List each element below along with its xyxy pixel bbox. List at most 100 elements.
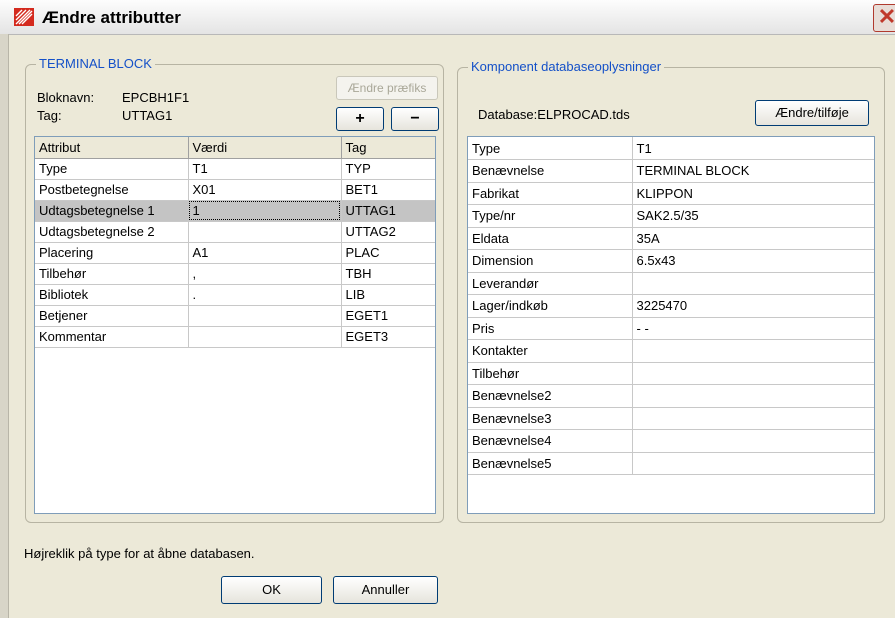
database-field-cell[interactable]: Benævnelse4: [468, 429, 633, 453]
close-button[interactable]: ✕: [873, 4, 895, 32]
attribute-name-cell[interactable]: Postbetegnelse: [35, 179, 189, 201]
attribute-name-cell[interactable]: Udtagsbetegnelse 2: [35, 221, 189, 243]
attribute-row[interactable]: Postbetegnelse X01 BET1: [35, 179, 435, 201]
database-field-cell[interactable]: Eldata: [468, 227, 633, 250]
attribute-name-cell[interactable]: Betjener: [35, 305, 189, 327]
database-value-cell[interactable]: TERMINAL BLOCK: [632, 159, 874, 183]
database-value-cell[interactable]: [632, 362, 874, 385]
title-bar[interactable]: Ændre attributter ✕: [0, 0, 895, 35]
database-row[interactable]: Fabrikat KLIPPON: [468, 182, 874, 205]
attribute-grid[interactable]: Attribut Værdi Tag Type T1 TYP Postbetegnel…: [34, 136, 436, 514]
database-value-cell[interactable]: 6.5x43: [632, 249, 874, 273]
attribute-value-cell[interactable]: [188, 305, 342, 327]
attribute-name-cell[interactable]: Kommentar: [35, 326, 189, 348]
database-value-cell[interactable]: SAK2.5/35: [632, 204, 874, 228]
remove-button[interactable]: −: [391, 107, 439, 131]
database-value-cell[interactable]: [632, 339, 874, 363]
attribute-name-cell[interactable]: Tilbehør: [35, 263, 189, 285]
attribute-value-cell[interactable]: A1: [188, 242, 342, 264]
database-value-cell[interactable]: T1: [632, 137, 874, 160]
database-value-cell[interactable]: [632, 429, 874, 453]
database-row[interactable]: Leverandør: [468, 272, 874, 295]
empty-cell: [35, 389, 188, 410]
database-row[interactable]: Kontakter: [468, 339, 874, 363]
database-value-cell[interactable]: [632, 452, 874, 475]
database-field-cell[interactable]: Benævnelse5: [468, 452, 633, 475]
database-field-cell[interactable]: Kontakter: [468, 339, 633, 363]
column-header-attribut[interactable]: Attribut: [35, 137, 189, 159]
database-row[interactable]: Benævnelse3: [468, 407, 874, 430]
database-value-cell[interactable]: [632, 272, 874, 295]
attribute-tag-cell[interactable]: TBH: [341, 263, 435, 285]
attribute-tag-cell[interactable]: UTTAG1: [341, 200, 435, 222]
database-row[interactable]: Eldata 35A: [468, 227, 874, 250]
database-row[interactable]: Benævnelse2: [468, 384, 874, 408]
change-prefix-button[interactable]: Ændre præfiks: [336, 76, 438, 100]
database-field-cell[interactable]: Type/nr: [468, 204, 633, 228]
empty-cell: [341, 389, 435, 410]
edit-add-button[interactable]: Ændre/tilføje: [755, 100, 869, 126]
attribute-value-cell[interactable]: [188, 221, 342, 243]
database-field-cell[interactable]: Pris: [468, 317, 633, 340]
database-value-cell[interactable]: 35A: [632, 227, 874, 250]
attribute-tag-cell[interactable]: EGET1: [341, 305, 435, 327]
ok-button[interactable]: OK: [221, 576, 322, 604]
database-row[interactable]: Pris - -: [468, 317, 874, 340]
attribute-tag-cell[interactable]: PLAC: [341, 242, 435, 264]
empty-row: [35, 389, 435, 410]
database-row[interactable]: Benævnelse4: [468, 429, 874, 453]
database-row[interactable]: Lager/indkøb 3225470: [468, 294, 874, 318]
attribute-row[interactable]: Placering A1 PLAC: [35, 242, 435, 264]
attribute-row[interactable]: Tilbehør, TBH: [35, 263, 435, 285]
database-field-cell[interactable]: Benævnelse2: [468, 384, 633, 408]
database-field-cell[interactable]: Tilbehør: [468, 362, 633, 385]
attribute-row[interactable]: Kommentar EGET3: [35, 326, 435, 348]
attribute-tag-cell[interactable]: TYP: [341, 158, 435, 180]
column-header-vaerdi[interactable]: Værdi: [188, 137, 342, 159]
database-value-cell[interactable]: [632, 407, 874, 430]
column-header-tag[interactable]: Tag: [341, 137, 435, 159]
database-row[interactable]: Benævnelse TERMINAL BLOCK: [468, 159, 874, 183]
tag-label: Tag:: [37, 108, 62, 123]
database-field-cell[interactable]: Benævnelse3: [468, 407, 633, 430]
attribute-tag-cell[interactable]: BET1: [341, 179, 435, 201]
attribute-name-cell[interactable]: Type: [35, 158, 189, 180]
database-row[interactable]: Type T1: [468, 137, 874, 160]
database-field-cell[interactable]: Lager/indkøb: [468, 294, 633, 318]
database-value-cell[interactable]: KLIPPON: [632, 182, 874, 205]
database-row[interactable]: Tilbehør: [468, 362, 874, 385]
database-value-cell[interactable]: - -: [632, 317, 874, 340]
database-value-cell[interactable]: [632, 384, 874, 408]
attribute-tag-cell[interactable]: UTTAG2: [341, 221, 435, 243]
database-field-cell[interactable]: Dimension: [468, 249, 633, 273]
attribute-row[interactable]: Bibliotek. LIB: [35, 284, 435, 306]
database-grid[interactable]: Type T1 Benævnelse TERMINAL BLOCK Fabrikat KL…: [467, 136, 875, 514]
attribute-value-cell[interactable]: T1: [188, 158, 342, 180]
attribute-value-cell[interactable]: X01: [188, 179, 342, 201]
window-title: Ændre attributter: [42, 8, 181, 27]
cancel-button[interactable]: Annuller: [333, 576, 438, 604]
attribute-row[interactable]: Udtagsbetegnelse 1 1 UTTAG1: [35, 200, 435, 222]
attribute-name-cell[interactable]: Placering: [35, 242, 189, 264]
attribute-name-cell[interactable]: Udtagsbetegnelse 1: [35, 200, 189, 222]
attribute-value-cell[interactable]: [188, 326, 342, 348]
database-field-cell[interactable]: Benævnelse: [468, 159, 633, 183]
attribute-value-cell[interactable]: ,: [188, 263, 342, 285]
database-value-cell[interactable]: 3225470: [632, 294, 874, 318]
attribute-value-cell[interactable]: .: [188, 284, 342, 306]
attribute-row[interactable]: Udtagsbetegnelse 2 UTTAG2: [35, 221, 435, 243]
empty-cell: [341, 368, 435, 389]
attribute-row[interactable]: Type T1 TYP: [35, 158, 435, 180]
database-row[interactable]: Type/nr SAK2.5/35: [468, 204, 874, 228]
database-field-cell[interactable]: Leverandør: [468, 272, 633, 295]
add-button[interactable]: +: [336, 107, 384, 131]
database-field-cell[interactable]: Type: [468, 137, 633, 160]
database-field-cell[interactable]: Fabrikat: [468, 182, 633, 205]
attribute-value-cell[interactable]: 1: [188, 200, 342, 222]
attribute-row[interactable]: Betjener EGET1: [35, 305, 435, 327]
database-row[interactable]: Benævnelse5: [468, 452, 874, 475]
attribute-tag-cell[interactable]: EGET3: [341, 326, 435, 348]
attribute-name-cell[interactable]: Bibliotek: [35, 284, 189, 306]
attribute-tag-cell[interactable]: LIB: [341, 284, 435, 306]
database-row[interactable]: Dimension 6.5x43: [468, 249, 874, 273]
